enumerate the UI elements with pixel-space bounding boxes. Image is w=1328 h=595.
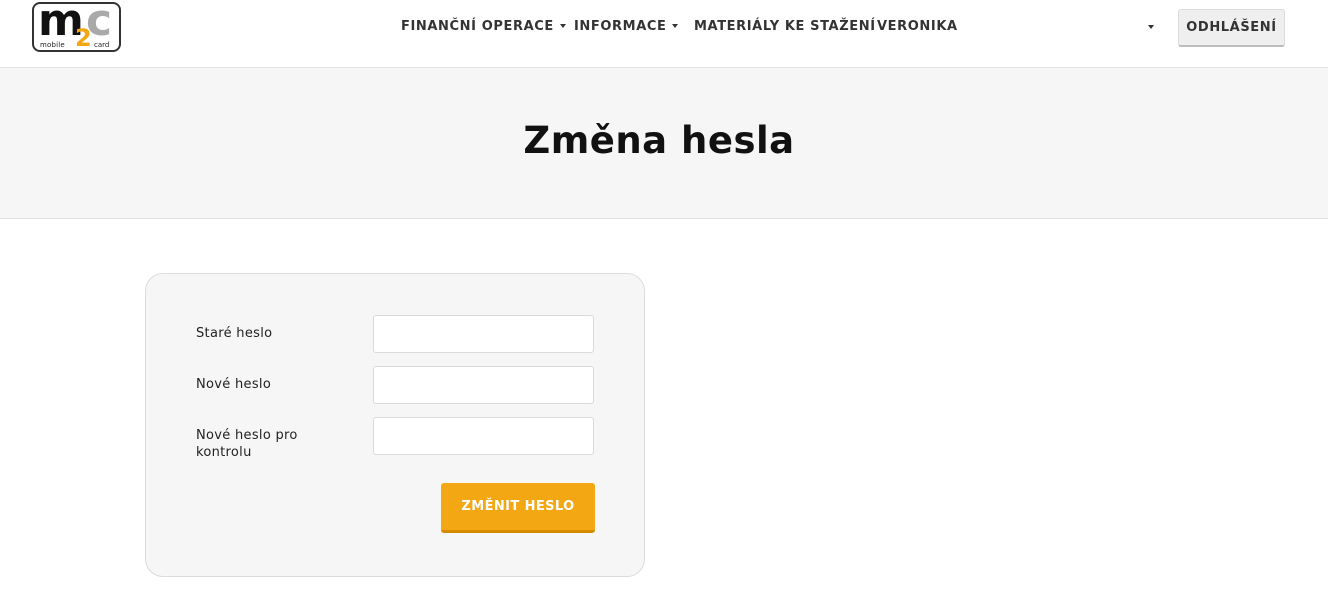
logo-subtitle-card: card — [94, 41, 110, 49]
nav-materialy-ke-stazeni[interactable]: MATERIÁLY KE STAŽENÍ — [694, 19, 876, 34]
page-title: Změna hesla — [523, 119, 795, 162]
nav-financni-operace-label: FINANČNÍ OPERACE — [401, 19, 554, 34]
chevron-down-icon — [672, 23, 679, 28]
m2c-logo[interactable]: m c 2 mobile card — [32, 2, 121, 52]
logout-button[interactable]: ODHLÁŠENÍ — [1178, 9, 1285, 47]
nav-informace-label: INFORMACE — [574, 19, 667, 34]
new-password-label: Nové heslo — [196, 377, 272, 392]
logo-subtitle-mobile: mobile — [40, 41, 65, 49]
old-password-input[interactable] — [373, 315, 594, 353]
change-password-button[interactable]: ZMĚNIT HESLO — [441, 483, 595, 533]
nav-veronika[interactable]: VERONIKA — [877, 19, 958, 34]
chevron-down-icon — [559, 23, 566, 28]
confirm-password-input[interactable] — [373, 417, 594, 455]
page-header: Změna hesla — [0, 68, 1328, 219]
nav-informace[interactable]: INFORMACE — [574, 19, 679, 34]
top-navbar: m c 2 mobile card FINANČNÍ OPERACE INFOR… — [0, 0, 1328, 68]
nav-veronika-label: VERONIKA — [877, 19, 958, 34]
logo-letter-m: m — [38, 2, 84, 46]
old-password-label: Staré heslo — [196, 326, 273, 341]
new-password-input[interactable] — [373, 366, 594, 404]
nav-financni-operace[interactable]: FINANČNÍ OPERACE — [401, 19, 566, 34]
change-password-form: Staré heslo Nové heslo Nové heslo pro ko… — [145, 273, 645, 577]
logo-number-2: 2 — [75, 24, 92, 52]
nav-materialy-label: MATERIÁLY KE STAŽENÍ — [694, 19, 876, 34]
confirm-password-label: Nové heslo pro kontrolu — [196, 428, 298, 460]
user-menu-chevron-down-icon[interactable] — [1148, 25, 1154, 29]
